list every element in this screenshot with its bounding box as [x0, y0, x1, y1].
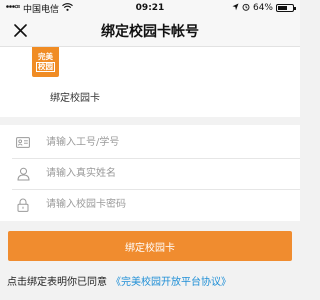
- agreement-link[interactable]: 《完美校园开放平台协议》: [111, 277, 231, 288]
- close-button[interactable]: [8, 19, 32, 43]
- form-card: [0, 125, 300, 221]
- status-time: 09:21: [135, 3, 165, 13]
- user-icon: [16, 167, 30, 181]
- password-input[interactable]: [44, 193, 288, 216]
- page-title: 绑定校园卡帐号: [101, 24, 199, 40]
- logo-text-line2: 校园: [36, 61, 55, 72]
- id-card-icon: [16, 136, 30, 150]
- agreement-text: 点击绑定表明你已同意 《完美校园开放平台协议》: [7, 273, 231, 288]
- battery-icon: [276, 4, 296, 12]
- id-input[interactable]: [44, 131, 288, 154]
- lock-icon: [16, 198, 30, 212]
- logo-text-line1: 完美: [38, 51, 53, 61]
- bind-card-button[interactable]: 绑定校园卡: [8, 231, 292, 261]
- battery-level: [278, 6, 287, 10]
- close-icon: [13, 22, 27, 41]
- name-row: [0, 158, 300, 189]
- app-logo: 完美 校园: [32, 47, 59, 77]
- header-card: 完美 校园: [0, 47, 300, 117]
- status-bar: 中国电信 09:21 64%: [0, 0, 300, 16]
- id-row: [0, 127, 300, 158]
- nav-bar: 绑定校园卡帐号: [0, 16, 300, 47]
- password-row: [0, 189, 300, 220]
- agreement-prefix: 点击绑定表明你已同意: [7, 277, 107, 288]
- name-input[interactable]: [44, 162, 288, 185]
- header-label: 绑定校园卡: [50, 93, 100, 104]
